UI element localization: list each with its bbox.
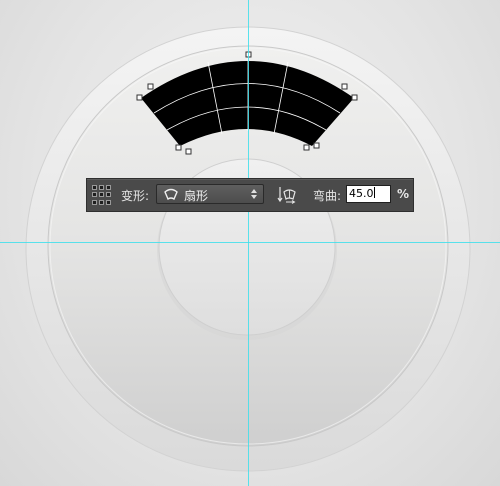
updown-arrow-icon	[251, 189, 257, 199]
handle-left	[136, 94, 143, 101]
canvas-artwork	[0, 0, 500, 486]
bend-label: 弯曲:	[313, 189, 342, 203]
handle-top-left	[147, 83, 154, 90]
text-caret	[373, 187, 375, 198]
handle-right	[351, 94, 358, 101]
handle-bottom-right-inner	[303, 144, 310, 151]
handle-bottom-left-inner	[185, 148, 192, 155]
percent-symbol: %	[397, 187, 410, 201]
handle-bottom-right	[313, 142, 320, 149]
warp-orientation-icon[interactable]	[277, 185, 297, 205]
warp-options-toolbar: 变形: 扇形 弯曲: 45.0 %	[86, 178, 414, 212]
handle-top-right	[341, 83, 348, 90]
warp-style-select[interactable]: 扇形	[156, 184, 264, 204]
warp-style-value: 扇形	[184, 189, 209, 203]
handle-bottom-left	[175, 144, 182, 151]
bend-value-text: 45.0	[349, 187, 374, 200]
reference-point-grid-icon[interactable]	[92, 185, 112, 205]
bend-value-input[interactable]: 45.0	[346, 185, 391, 203]
warp-label: 变形:	[121, 189, 150, 203]
arc-style-icon	[164, 188, 178, 201]
